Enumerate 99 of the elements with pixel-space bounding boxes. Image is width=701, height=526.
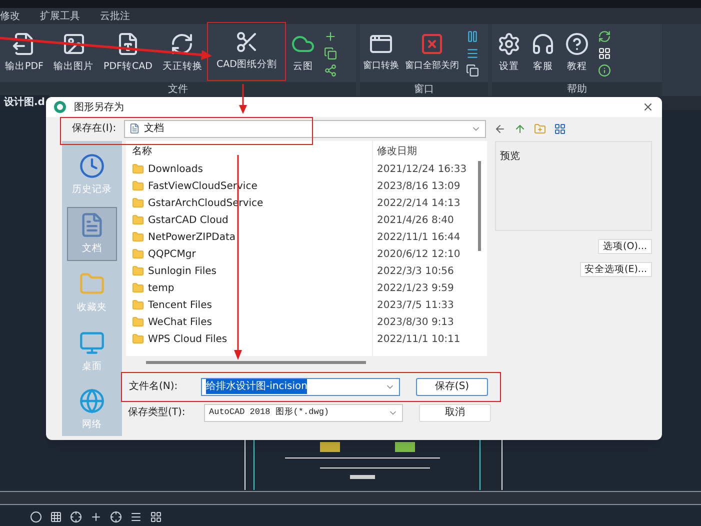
group-title: 文件 — [0, 82, 356, 96]
app-logo-icon — [54, 101, 66, 114]
folder-row[interactable]: QQPCMgr — [132, 246, 372, 263]
ribbon-button[interactable]: 窗口转换 — [360, 24, 402, 82]
clock-icon — [79, 152, 105, 179]
ribbon-button[interactable]: 教程 — [560, 24, 594, 82]
close-icon[interactable] — [642, 101, 654, 114]
scissors-icon — [234, 30, 259, 54]
folder-icon — [132, 197, 144, 210]
date-cell-text: 2022/11/1 10:11 — [377, 332, 462, 347]
date-cell-text: 2021/4/26 8:40 — [377, 214, 455, 228]
folder-icon — [132, 163, 144, 176]
file-icon — [116, 32, 140, 56]
frame-icon[interactable] — [150, 511, 162, 523]
ribbon-button[interactable]: 输出图片 — [48, 24, 99, 82]
menu-tab[interactable]: 扩展工具 — [40, 8, 80, 24]
filename-field[interactable]: 给排水设计图-incision — [201, 378, 400, 396]
ribbon-button[interactable]: 客服 — [526, 24, 560, 82]
column-header[interactable]: 名称 — [132, 144, 372, 161]
ribbon-button[interactable]: 云图 — [286, 24, 320, 82]
crosshair-icon[interactable] — [70, 511, 82, 523]
folder-icon — [132, 316, 144, 328]
back-icon[interactable] — [494, 122, 506, 135]
date-cell-text: 2022/3/3 10:56 — [377, 264, 455, 279]
settings-icon — [497, 32, 521, 56]
menu-tab[interactable]: 云批注 — [100, 8, 130, 24]
refresh-icon — [170, 32, 194, 56]
date-cell-text: 2022/1/23 9:59 — [377, 282, 455, 296]
group-title: 帮助 — [492, 82, 662, 96]
copy-icon[interactable] — [324, 46, 337, 60]
dialog-title: 图形另存为 — [74, 100, 125, 115]
folder-row[interactable]: WPS Cloud Files — [132, 330, 372, 348]
cascade-icon[interactable] — [466, 64, 479, 76]
save-in-dropdown[interactable]: 文档 — [124, 120, 486, 138]
ribbon-button[interactable]: PDF转CAD — [98, 24, 158, 82]
date-cell-text: 2020/6/12 12:10 — [377, 248, 462, 262]
folder-icon — [132, 214, 144, 226]
save-button[interactable]: 保存(S) — [416, 378, 488, 396]
field-label: 保存在(I): — [72, 122, 116, 136]
folder-icon — [132, 265, 144, 278]
date-cell-text: 2022/11/1 16:44 — [377, 230, 462, 245]
up-folder-icon[interactable] — [514, 122, 526, 135]
folder-row[interactable]: Tencent Files — [132, 296, 372, 314]
target-icon[interactable] — [110, 511, 122, 523]
folder-icon — [132, 231, 144, 244]
plus-icon[interactable] — [90, 511, 102, 523]
circle-icon[interactable] — [30, 511, 42, 523]
folder-row[interactable]: GstarCAD Cloud — [132, 212, 372, 229]
folder-icon — [132, 333, 144, 346]
cancel-button[interactable]: 取消 — [419, 404, 491, 422]
lines-icon[interactable] — [130, 511, 142, 523]
grid-icon[interactable] — [50, 511, 62, 523]
folder-icon — [132, 299, 144, 312]
globe-icon — [79, 388, 105, 414]
folder-icon — [132, 282, 144, 294]
ribbon-button[interactable]: 输出PDF — [0, 24, 49, 82]
folder-row[interactable]: WeChat Files — [132, 314, 372, 331]
refresh-icon[interactable] — [598, 30, 611, 42]
folder-row[interactable]: Sunlogin Files — [132, 262, 372, 280]
folder-row[interactable]: temp — [132, 280, 372, 297]
document-tab[interactable]: 设计图.d — [0, 95, 49, 110]
ribbon-button[interactable]: 设置 — [492, 24, 526, 82]
date-cell-text: 2023/8/16 13:09 — [377, 180, 462, 194]
field-label: 文件名(N): — [128, 380, 179, 394]
ribbon-button[interactable]: CAD图纸分割 — [211, 23, 282, 80]
ribbon-button[interactable]: 窗口全部关闭 — [402, 24, 462, 82]
view-menu-icon[interactable] — [554, 122, 566, 135]
pause-icon[interactable] — [466, 30, 479, 42]
scrollbar[interactable] — [478, 160, 481, 251]
grid-icon[interactable] — [598, 46, 611, 60]
date-cell-text: 2022/2/14 14:13 — [377, 196, 462, 211]
filetype-dropdown[interactable]: AutoCAD 2018 图形(*.dwg) — [204, 404, 403, 422]
date-cell-text: 2023/8/30 9:13 — [377, 316, 455, 330]
share-icon[interactable] — [324, 64, 337, 76]
document-icon — [129, 123, 140, 134]
folder-icon — [132, 180, 144, 192]
scrollbar[interactable] — [146, 360, 366, 364]
menu-tab[interactable]: 修改 — [0, 8, 20, 24]
date-cell-text: 2021/12/24 16:33 — [377, 162, 468, 177]
ribbon-button[interactable]: 天正转换 — [157, 24, 208, 82]
folder-icon — [132, 248, 144, 260]
date-cell-text: 2023/7/5 11:33 — [377, 298, 455, 313]
lines-icon[interactable] — [466, 46, 479, 60]
headset-icon — [531, 32, 555, 56]
group-title: 窗口 — [360, 82, 488, 96]
field-label: 保存类型(T): — [127, 406, 186, 420]
help-icon — [565, 32, 589, 56]
options-button[interactable]: 安全选项(E)... — [580, 262, 652, 277]
add-icon[interactable] — [324, 30, 337, 42]
folder-row[interactable]: Downloads — [132, 160, 372, 178]
options-button[interactable]: 选项(O)... — [598, 238, 652, 254]
image-icon — [62, 32, 86, 56]
info-icon[interactable] — [598, 64, 611, 76]
preview-label: 预览 — [500, 150, 520, 162]
column-header[interactable]: 修改日期 — [377, 144, 478, 161]
monitor-icon — [79, 330, 105, 356]
folder-row[interactable]: NetPowerZIPData — [132, 228, 372, 246]
arrow — [239, 84, 247, 114]
close-window-icon — [420, 32, 444, 56]
